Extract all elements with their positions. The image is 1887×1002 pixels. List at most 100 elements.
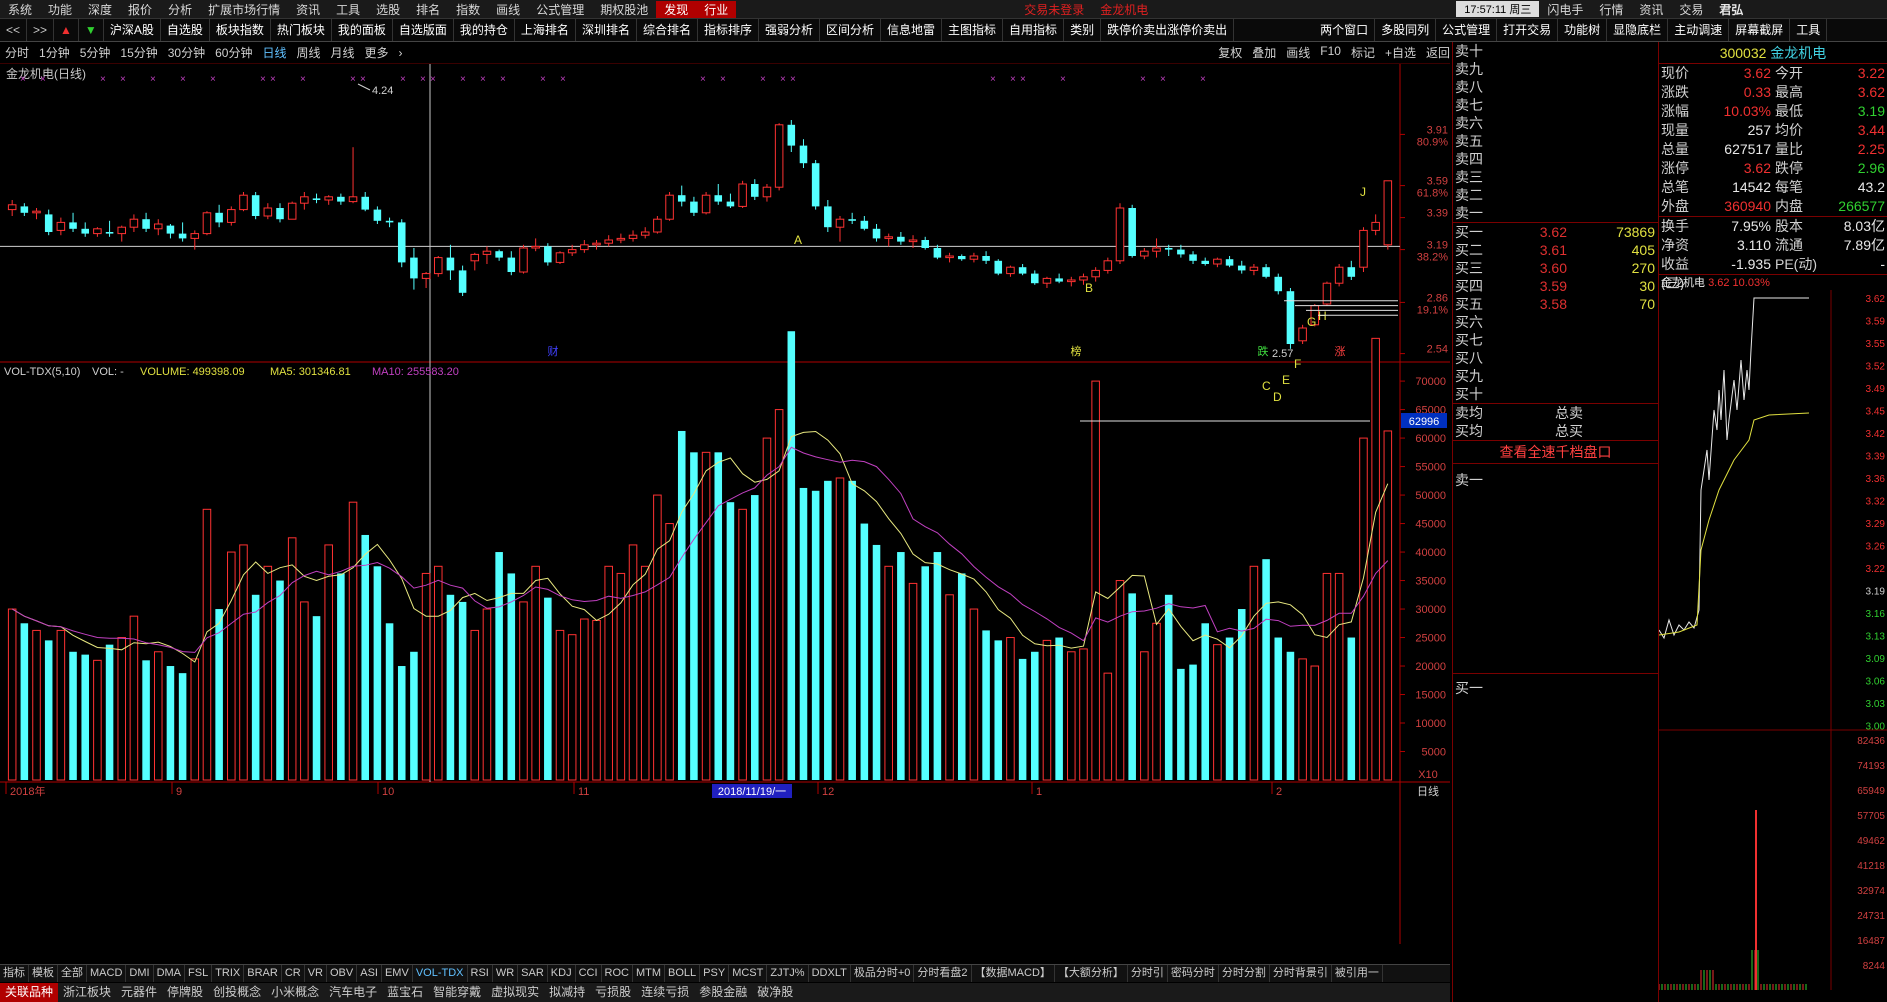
kline-chart[interactable]: 金龙机电(日线) 3.9180.9% 3.5961.8% 3.39 3.1938.2% 2…	[0, 64, 1450, 944]
indicator-tab[interactable]: 【数据MACD】	[972, 965, 1055, 982]
block-tag[interactable]: 汽车电子	[324, 983, 382, 1002]
toolbar-tools[interactable]: 工具	[1790, 19, 1828, 41]
indicator-tab[interactable]: VOL-TDX	[413, 965, 468, 982]
full-depth-link[interactable]: 查看全速千档盘口	[1453, 440, 1658, 464]
indicator-tab[interactable]: MTM	[633, 965, 666, 982]
indicator-tab[interactable]: MCST	[729, 965, 768, 982]
order-level[interactable]: 买五 3.58 70	[1453, 295, 1658, 313]
period-daily[interactable]: 日线	[257, 44, 291, 61]
menu-stock-picker[interactable]: 选股	[368, 1, 408, 18]
toolbar-custom-layout[interactable]: 自选版面	[393, 19, 454, 41]
order-level[interactable]: 卖十	[1453, 42, 1658, 60]
up-arrow-icon[interactable]: ▲	[54, 19, 79, 41]
menu-industry[interactable]: 行业	[696, 0, 737, 18]
menu-info[interactable]: 资讯	[288, 1, 328, 18]
toolbar-overall-ranking[interactable]: 综合排名	[637, 19, 698, 41]
menu-quote[interactable]: 报价	[120, 1, 160, 18]
menu-index[interactable]: 指数	[448, 1, 488, 18]
order-level[interactable]: 卖五	[1453, 132, 1658, 150]
block-tag[interactable]: 亏损股	[590, 983, 636, 1002]
indicator-tab[interactable]: 分时背景引	[1270, 965, 1332, 982]
overlay-button[interactable]: 叠加	[1252, 44, 1276, 61]
toolbar-my-holdings[interactable]: 我的持仓	[454, 19, 515, 41]
indicator-tab[interactable]: BOLL	[665, 965, 701, 982]
block-tag[interactable]: 蓝宝石	[382, 983, 428, 1002]
toolbar-sector-index[interactable]: 板块指数	[210, 19, 271, 41]
menu-formula[interactable]: 公式管理	[528, 1, 592, 18]
order-level[interactable]: 卖二	[1453, 186, 1658, 204]
toolbar-open-trade[interactable]: 打开交易	[1497, 19, 1559, 41]
indicator-tab[interactable]: PSY	[700, 965, 730, 982]
menu-drawing[interactable]: 画线	[488, 1, 528, 18]
adjust-button[interactable]: 复权	[1218, 44, 1242, 61]
menu-discover[interactable]: 发现	[656, 0, 697, 18]
block-tag[interactable]: 小米概念	[266, 983, 324, 1002]
menu-flash-hand[interactable]: 闪电手	[1539, 1, 1591, 18]
period-more[interactable]: 更多	[360, 44, 394, 61]
toolbar-toggle-bottom[interactable]: 显隐底栏	[1607, 19, 1669, 41]
indicator-tab[interactable]: 分时引	[1128, 965, 1168, 982]
indicator-tab[interactable]: 分时分割	[1219, 965, 1270, 982]
period-weekly[interactable]: 周线	[291, 44, 325, 61]
indicator-tab[interactable]: DDXLT	[809, 965, 851, 982]
toolbar-sz-ranking[interactable]: 深圳排名	[576, 19, 637, 41]
menu-ext-market[interactable]: 扩展市场行情	[200, 1, 288, 18]
indicator-tab[interactable]: ZJTJ%	[767, 965, 809, 982]
indicator-tab[interactable]: 分时看盘2	[914, 965, 972, 982]
add-watchlist-button[interactable]: +自选	[1385, 44, 1416, 61]
indicator-tab[interactable]: FSL	[185, 965, 213, 982]
indicator-tab[interactable]: ASI	[357, 965, 382, 982]
order-level[interactable]: 卖七	[1453, 96, 1658, 114]
menu-system[interactable]: 系统	[0, 1, 40, 18]
toolbar-function-tree[interactable]: 功能树	[1558, 19, 1608, 41]
menu-right-quote[interactable]: 行情	[1591, 1, 1631, 18]
menu-right-trade[interactable]: 交易	[1671, 1, 1711, 18]
order-level[interactable]: 卖四	[1453, 150, 1658, 168]
toolbar-watchlist[interactable]: 自选股	[161, 19, 210, 41]
block-tag[interactable]: 虚拟现实	[486, 983, 544, 1002]
indicator-tab[interactable]: RSI	[468, 965, 493, 982]
toolbar-auto-speed[interactable]: 主动调速	[1668, 19, 1730, 41]
login-status[interactable]: 交易未登录	[1016, 1, 1092, 18]
indicator-tab[interactable]: 极品分时+0	[851, 965, 915, 982]
period-15min[interactable]: 15分钟	[115, 44, 162, 61]
toolbar-screenshot[interactable]: 屏幕截屏	[1729, 19, 1791, 41]
order-level[interactable]: 卖八	[1453, 78, 1658, 96]
mark-button[interactable]: 标记	[1351, 44, 1375, 61]
toolbar-main-indicator[interactable]: 主图指标	[942, 19, 1004, 41]
block-tag[interactable]: 创投概念	[208, 983, 266, 1002]
menu-analysis[interactable]: 分析	[160, 1, 200, 18]
down-arrow-icon[interactable]: ▼	[79, 19, 104, 41]
period-monthly[interactable]: 月线	[326, 44, 360, 61]
menu-depth[interactable]: 深度	[80, 1, 120, 18]
toolbar-range-analysis[interactable]: 区间分析	[820, 19, 882, 41]
intraday-mini-chart[interactable]: 3.62 3.59 3.55 3.52 3.49 3.45 3.42 3.39 3.36 3.32…	[1658, 290, 1887, 990]
draw-line-button[interactable]: 画线	[1286, 44, 1310, 61]
order-level[interactable]: 买八	[1453, 349, 1658, 367]
toolbar-info-mine[interactable]: 信息地雷	[881, 19, 943, 41]
block-tag[interactable]: 拟减持	[544, 983, 590, 1002]
indicator-tab[interactable]: VR	[305, 965, 327, 982]
indicator-tab[interactable]: MACD	[87, 965, 127, 982]
block-tag[interactable]: 连续亏损	[636, 983, 694, 1002]
toolbar-formula-manage[interactable]: 公式管理	[1436, 19, 1498, 41]
indicator-tab[interactable]: CR	[282, 965, 305, 982]
indicator-tab[interactable]: 被引用一	[1332, 965, 1383, 982]
menu-right-info[interactable]: 资讯	[1631, 1, 1671, 18]
indicator-tab[interactable]: ROC	[602, 965, 633, 982]
indicator-tab[interactable]: 密码分时	[1168, 965, 1219, 982]
indicator-tab[interactable]: 全部	[58, 965, 87, 982]
toolbar-multi-stock[interactable]: 多股同列	[1375, 19, 1437, 41]
order-level[interactable]: 买十	[1453, 385, 1658, 403]
toolbar-category[interactable]: 类别	[1064, 19, 1102, 41]
order-level[interactable]: 卖三	[1453, 168, 1658, 186]
nav-forward-icon[interactable]: >>	[27, 19, 55, 41]
indicator-tab[interactable]: EMV	[382, 965, 413, 982]
indicator-tab[interactable]: 指标	[0, 965, 29, 982]
period-1min[interactable]: 1分钟	[34, 44, 75, 61]
order-level[interactable]: 卖一	[1453, 204, 1658, 222]
order-level[interactable]: 买七	[1453, 331, 1658, 349]
toolbar-hs-ashares[interactable]: 沪深A股	[104, 19, 161, 41]
indicator-tab[interactable]: DMA	[154, 965, 186, 982]
block-tag[interactable]: 浙江板块	[58, 983, 116, 1002]
